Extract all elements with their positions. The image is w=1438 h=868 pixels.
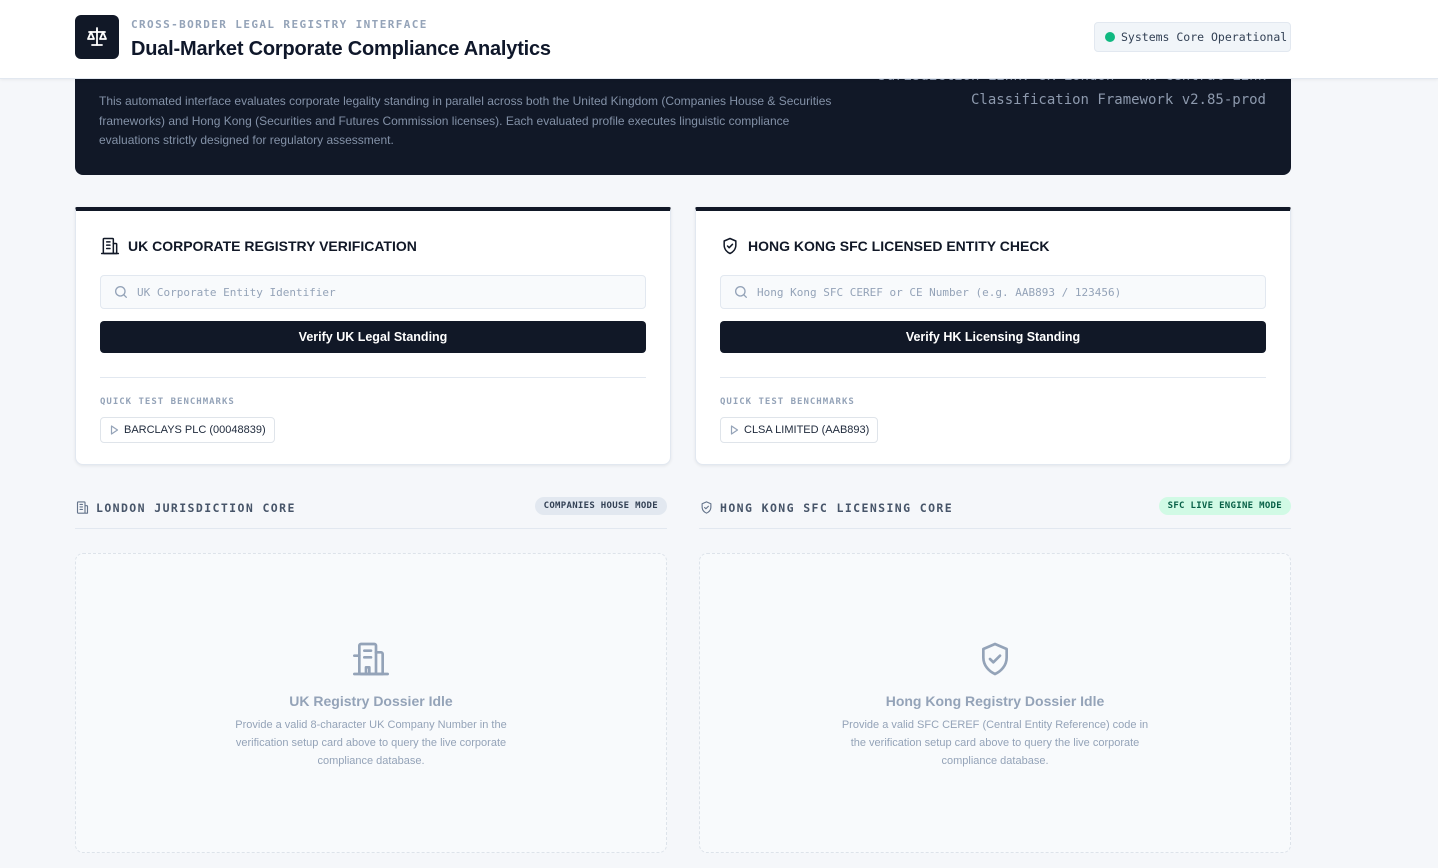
hk-verification-card: HONG KONG SFC LICENSED ENTITY CHECK Veri… (695, 207, 1291, 465)
uk-card-title: UK CORPORATE REGISTRY VERIFICATION (128, 238, 417, 254)
shield-check-icon (723, 237, 737, 255)
building-icon (100, 237, 120, 255)
uk-dossier-panel: UK Registry Dossier Idle Provide a valid… (75, 553, 667, 853)
hk-card-divider (720, 377, 1266, 378)
app-logo (75, 15, 119, 59)
uk-search-field[interactable] (100, 275, 646, 309)
hk-dossier-panel: Hong Kong Registry Dossier Idle Provide … (699, 553, 1291, 853)
uk-card-header: UK CORPORATE REGISTRY VERIFICATION (100, 236, 417, 256)
hk-core-header: HONG KONG SFC LICENSING CORE SFC LIVE EN… (699, 497, 1291, 529)
london-core-label: LONDON JURISDICTION CORE (96, 500, 296, 515)
hk-benchmark-label: CLSA LIMITED (AAB893) (744, 424, 870, 436)
companies-house-mode-badge: COMPANIES HOUSE MODE (534, 497, 667, 515)
uk-idle-description: Provide a valid 8-character UK Company N… (235, 719, 507, 767)
scales-icon (87, 27, 107, 46)
search-icon (735, 286, 747, 298)
hk-core-label: HONG KONG SFC LICENSING CORE (720, 500, 954, 515)
shield-check-icon (701, 501, 712, 514)
verify-uk-button[interactable]: Verify UK Legal Standing (100, 321, 646, 353)
sfc-live-mode-badge: SFC LIVE ENGINE MODE (1158, 497, 1291, 515)
london-core-title: LONDON JURISDICTION CORE (75, 500, 296, 515)
hk-card-title: HONG KONG SFC LICENSED ENTITY CHECK (748, 238, 1050, 254)
london-core-header: LONDON JURISDICTION CORE COMPANIES HOUSE… (75, 497, 667, 529)
hk-idle-description: Provide a valid SFC CEREF (Central Entit… (841, 719, 1149, 767)
hk-search-field[interactable] (720, 275, 1266, 309)
uk-benchmark-chip[interactable]: BARCLAYS PLC (00048839) (100, 417, 275, 443)
uk-verification-card: UK CORPORATE REGISTRY VERIFICATION Verif… (75, 207, 671, 465)
system-status-badge: Systems Core Operational (1094, 22, 1291, 52)
header-eyebrow: CROSS-BORDER LEGAL REGISTRY INTERFACE (131, 18, 428, 31)
page-title: Dual-Market Corporate Compliance Analyti… (131, 38, 551, 60)
app-header: CROSS-BORDER LEGAL REGISTRY INTERFACE Du… (0, 0, 1438, 79)
search-icon (115, 286, 127, 298)
uk-entity-input[interactable] (137, 285, 637, 299)
hk-idle-title: Hong Kong Registry Dossier Idle (885, 693, 1105, 709)
system-status-text: Systems Core Operational (1121, 30, 1288, 44)
hk-benchmark-chip[interactable]: CLSA LIMITED (AAB893) (720, 417, 879, 443)
framework-version-text: Classification Framework v2.85-prod (970, 92, 1266, 108)
uk-idle-title: UK Registry Dossier Idle (289, 693, 453, 709)
building-icon (353, 642, 389, 676)
building-icon (76, 501, 89, 514)
verify-hk-button[interactable]: Verify HK Licensing Standing (720, 321, 1266, 353)
hk-benchmarks-label: QUICK TEST BENCHMARKS (720, 397, 855, 407)
shield-check-icon (982, 642, 1008, 676)
hk-core-title: HONG KONG SFC LICENSING CORE (699, 500, 953, 515)
play-icon (730, 425, 739, 435)
uk-card-divider (100, 377, 646, 378)
uk-benchmark-label: BARCLAYS PLC (00048839) (124, 424, 266, 436)
hero-description: This automated interface evaluates corpo… (99, 94, 832, 147)
hk-card-header: HONG KONG SFC LICENSED ENTITY CHECK (720, 236, 1050, 256)
play-icon (110, 425, 119, 435)
hk-entity-input[interactable] (757, 285, 1257, 299)
status-dot-icon (1105, 32, 1115, 42)
uk-benchmarks-label: QUICK TEST BENCHMARKS (100, 397, 235, 407)
